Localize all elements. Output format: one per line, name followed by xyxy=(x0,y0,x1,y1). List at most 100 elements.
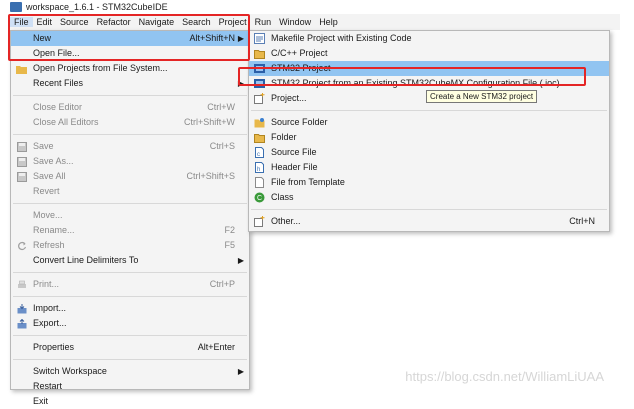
menu-item-cpp-project[interactable]: C/C++ Project xyxy=(249,46,609,61)
import-icon xyxy=(16,303,27,314)
save-icon xyxy=(16,141,27,152)
menu-separator xyxy=(13,95,247,96)
menu-item-source-folder[interactable]: Source Folder xyxy=(249,115,609,130)
highlight-box-file-new xyxy=(8,14,250,61)
menu-item-convert-line-delimiters[interactable]: Convert Line Delimiters To ▶ xyxy=(11,253,249,268)
menu-item-label: Source File xyxy=(271,147,317,157)
menu-item-exit[interactable]: Exit xyxy=(11,394,249,409)
new-project-icon xyxy=(254,93,265,104)
menu-item-label: Source Folder xyxy=(271,117,328,127)
header-file-icon: h xyxy=(254,162,265,173)
menu-item-close-all-editors[interactable]: Close All Editors Ctrl+Shift+W xyxy=(11,115,249,130)
refresh-icon xyxy=(16,240,27,251)
menu-item-label: Makefile Project with Existing Code xyxy=(271,33,412,43)
tooltip: Create a New STM32 project xyxy=(426,90,538,103)
cpp-project-icon xyxy=(254,48,265,59)
menu-item-recent-files[interactable]: Recent Files ▶ xyxy=(11,76,249,91)
menu-separator xyxy=(13,296,247,297)
menu-item-export[interactable]: Export... xyxy=(11,316,249,331)
menu-item-label: Close Editor xyxy=(33,102,83,112)
window-titlebar: workspace_1.6.1 - STM32CubeIDE xyxy=(0,0,634,14)
file-menu: New Alt+Shift+N ▶ Open File... Open Proj… xyxy=(10,30,250,406)
svg-text:c: c xyxy=(257,152,260,158)
save-all-icon xyxy=(16,171,27,182)
menu-item-restart[interactable]: Restart xyxy=(11,379,249,394)
menu-item-file-from-template[interactable]: File from Template xyxy=(249,175,609,190)
menu-item-label: Project... xyxy=(271,93,307,103)
source-folder-icon xyxy=(254,117,265,128)
menu-item-label: Restart xyxy=(33,381,63,391)
menu-item-label: Properties xyxy=(33,342,75,352)
menu-item-print[interactable]: Print... Ctrl+P xyxy=(11,277,249,292)
menu-item-label: Close All Editors xyxy=(33,117,99,127)
watermark: https://blog.csdn.net/WilliamLiUAA xyxy=(405,369,604,384)
menu-item-label: Convert Line Delimiters To xyxy=(33,255,139,265)
menu-separator xyxy=(13,134,247,135)
menu-window[interactable]: Window xyxy=(275,17,315,27)
template-file-icon xyxy=(254,177,265,188)
submenu-arrow-icon: ▶ xyxy=(237,367,244,376)
menu-item-rename[interactable]: Rename... F2 xyxy=(11,223,249,238)
menu-item-label: Import... xyxy=(33,303,67,313)
menu-item-accel: Ctrl+S xyxy=(209,141,235,151)
menu-item-label: Save xyxy=(33,141,54,151)
menu-item-save-as[interactable]: Save As... xyxy=(11,154,249,169)
print-icon xyxy=(16,279,27,290)
menu-item-label: Other... xyxy=(271,216,301,226)
menu-item-label: C/C++ Project xyxy=(271,48,328,58)
app-icon xyxy=(10,2,22,12)
menu-item-switch-workspace[interactable]: Switch Workspace ▶ xyxy=(11,364,249,379)
menu-separator xyxy=(13,359,247,360)
menu-item-accel: F2 xyxy=(224,225,235,235)
menu-item-label: Rename... xyxy=(33,225,75,235)
menu-item-folder[interactable]: Folder xyxy=(249,130,609,145)
svg-text:h: h xyxy=(257,167,260,173)
menu-item-label: Open Projects from File System... xyxy=(33,63,168,73)
menu-separator xyxy=(13,203,247,204)
menu-item-refresh[interactable]: Refresh F5 xyxy=(11,238,249,253)
menu-run[interactable]: Run xyxy=(251,17,276,27)
menu-item-label: File from Template xyxy=(271,177,345,187)
menu-item-other[interactable]: Other... Ctrl+N xyxy=(249,214,609,229)
menu-item-accel: Alt+Enter xyxy=(197,342,235,352)
menu-item-save[interactable]: Save Ctrl+S xyxy=(11,139,249,154)
menu-separator xyxy=(251,110,607,111)
menu-item-label: Revert xyxy=(33,186,60,196)
svg-text:C: C xyxy=(257,195,262,202)
menu-item-header-file[interactable]: h Header File xyxy=(249,160,609,175)
folder-icon xyxy=(16,63,27,74)
menu-item-label: Header File xyxy=(271,162,318,172)
menu-separator xyxy=(251,209,607,210)
window-title: workspace_1.6.1 - STM32CubeIDE xyxy=(26,2,168,12)
menu-item-open-projects[interactable]: Open Projects from File System... xyxy=(11,61,249,76)
new-submenu: Makefile Project with Existing Code C/C+… xyxy=(248,30,610,232)
menu-item-properties[interactable]: Properties Alt+Enter xyxy=(11,340,249,355)
menu-item-close-editor[interactable]: Close Editor Ctrl+W xyxy=(11,100,249,115)
menu-item-label: Export... xyxy=(33,318,67,328)
menu-item-move[interactable]: Move... xyxy=(11,208,249,223)
menu-item-revert[interactable]: Revert xyxy=(11,184,249,199)
menu-item-accel: F5 xyxy=(224,240,235,250)
menu-item-accel: Ctrl+N xyxy=(569,216,595,226)
class-icon: C xyxy=(254,192,265,203)
menu-item-label: Class xyxy=(271,192,294,202)
menu-item-save-all[interactable]: Save All Ctrl+Shift+S xyxy=(11,169,249,184)
menu-help[interactable]: Help xyxy=(315,17,342,27)
menu-separator xyxy=(13,272,247,273)
menu-item-label: Folder xyxy=(271,132,297,142)
menu-item-import[interactable]: Import... xyxy=(11,301,249,316)
menu-item-label: Save All xyxy=(33,171,66,181)
menu-separator xyxy=(13,335,247,336)
export-icon xyxy=(16,318,27,329)
menu-item-makefile-project[interactable]: Makefile Project with Existing Code xyxy=(249,31,609,46)
source-file-icon: c xyxy=(254,147,265,158)
menu-item-source-file[interactable]: c Source File xyxy=(249,145,609,160)
menu-item-label: Recent Files xyxy=(33,78,84,88)
folder-icon xyxy=(254,132,265,143)
menu-item-class[interactable]: C Class xyxy=(249,190,609,205)
menu-item-label: Switch Workspace xyxy=(33,366,107,376)
submenu-arrow-icon: ▶ xyxy=(237,256,244,265)
menu-item-label: Refresh xyxy=(33,240,65,250)
save-as-icon xyxy=(16,156,27,167)
menu-item-label: Print... xyxy=(33,279,60,289)
